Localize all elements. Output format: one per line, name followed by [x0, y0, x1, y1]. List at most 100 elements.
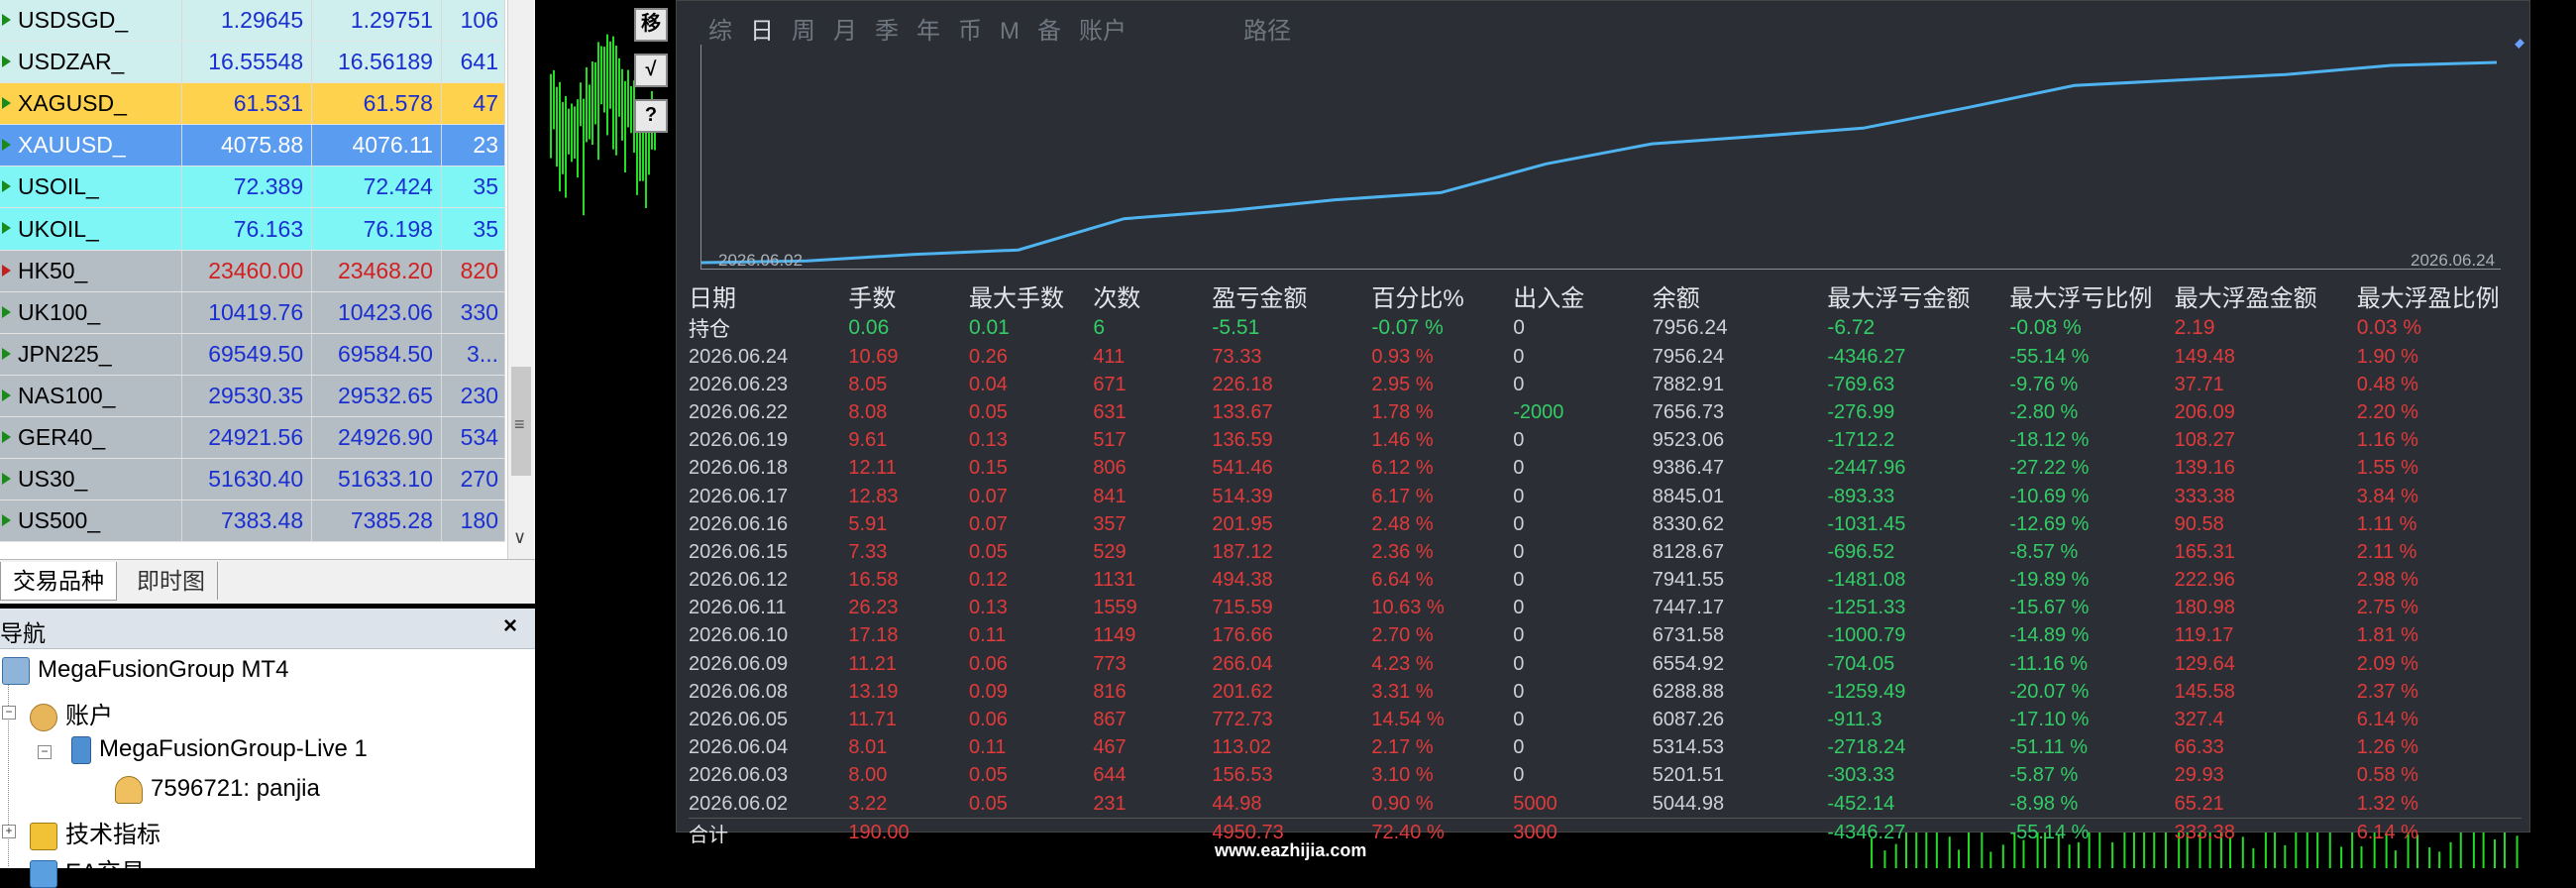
spread-value: 641: [441, 41, 506, 84]
move-button[interactable]: 移: [634, 8, 668, 42]
navigator-root[interactable]: MegaFusionGroup MT4: [2, 656, 288, 685]
stats-cell: 6.64 %: [1371, 569, 1434, 592]
market-watch-row[interactable]: US30_ 51630.40 51633.10 270: [0, 458, 506, 501]
period-tab[interactable]: 周: [792, 18, 815, 45]
bid-price: 72.389: [181, 166, 313, 209]
stats-cell: 0.05: [968, 540, 1008, 563]
navigator-accounts[interactable]: 账户: [30, 696, 113, 731]
period-tab[interactable]: 日: [750, 18, 774, 45]
market-watch-row[interactable]: HK50_ 23460.00 23468.20 820: [0, 250, 506, 292]
stats-cell: 494.38: [1212, 569, 1273, 592]
stats-cell: 7882.91: [1652, 373, 1725, 395]
symbol-name: XAUUSD_: [18, 132, 126, 159]
stats-cell: 201.95: [1212, 512, 1273, 535]
period-tab[interactable]: 年: [916, 18, 940, 45]
stats-cell: 最大浮亏比例: [2009, 285, 2153, 312]
market-watch-row[interactable]: JPN225_ 69549.50 69584.50 3...: [0, 333, 506, 376]
ea-icon: [30, 859, 57, 888]
stats-cell: 9.61: [848, 429, 888, 452]
stats-cell: 6.14 %: [2356, 709, 2418, 731]
collapse-icon[interactable]: −: [2, 706, 16, 720]
stats-cell: 0: [1513, 652, 1525, 675]
daily-stats-table: 日期 手数 最大手数 次数 盈亏金额 百分比% 出入金 余额 最大浮亏金额 最大浮亏比例 最大浮盈金…: [689, 278, 2522, 848]
close-icon[interactable]: ×: [503, 612, 517, 640]
market-watch-row[interactable]: USDSGD_ 1.29645 1.29751 106: [0, 0, 506, 43]
market-watch-row[interactable]: UK100_ 10419.76 10423.06 330: [0, 291, 506, 334]
price-up-arrow-icon: [2, 305, 11, 318]
tab-symbols[interactable]: 交易品种: [0, 562, 117, 601]
ask-price: 4076.11: [311, 124, 442, 167]
stats-cell: -2.80 %: [2009, 400, 2079, 423]
period-tab[interactable]: 账户: [1079, 18, 1127, 45]
symbol-cell: XAUUSD_: [0, 124, 183, 167]
period-tab[interactable]: 综: [708, 18, 732, 45]
path-tab[interactable]: 路径: [1243, 18, 1291, 45]
navigator-ea[interactable]: EA交易: [30, 852, 145, 888]
market-watch-row[interactable]: NAS100_ 29530.35 29532.65 230: [0, 375, 506, 417]
navigator-indicators[interactable]: 技术指标: [30, 815, 161, 850]
equity-line: [701, 60, 2498, 265]
bid-price: 76.163: [181, 207, 313, 251]
stats-cell: 0.12: [968, 569, 1008, 592]
stats-cell: [1093, 818, 1213, 848]
scrollbar-grip-icon: ≡: [514, 414, 525, 434]
stats-cell: -2000: [1513, 400, 1564, 423]
stats-cell: 次数: [1093, 285, 1141, 312]
bid-price: 10419.76: [181, 291, 313, 334]
stats-cell: 0.13: [968, 429, 1008, 452]
tab-tick-chart[interactable]: 即时图: [125, 562, 218, 600]
spread-value: 180: [441, 500, 506, 543]
stats-cell: -4346.27: [1827, 345, 1906, 368]
stats-cell: 4.23 %: [1371, 652, 1434, 675]
stats-row: 2026.06.15 7.33 0.05 529 187.12 2.36 % 0 8128.6…: [689, 538, 2522, 566]
stats-cell: 6554.92: [1652, 652, 1725, 675]
stats-cell: 231: [1093, 792, 1127, 815]
stats-cell: 2026.06.18: [689, 457, 789, 480]
stats-cell: 0: [1513, 429, 1525, 452]
check-button[interactable]: √: [634, 54, 668, 87]
stats-cell: -18.12 %: [2009, 429, 2090, 452]
period-tab[interactable]: 币: [958, 18, 982, 45]
stats-cell: 0: [1513, 680, 1525, 703]
expand-icon[interactable]: +: [2, 825, 16, 838]
stats-cell: -0.08 %: [2009, 316, 2082, 339]
stats-cell: 3.22: [848, 792, 888, 815]
market-watch-row[interactable]: USOIL_ 72.389 72.424 35: [0, 166, 506, 209]
price-up-arrow-icon: [2, 514, 11, 527]
stats-cell: -17.10 %: [2009, 709, 2090, 731]
market-watch-row[interactable]: US500_ 7383.48 7385.28 180: [0, 500, 506, 543]
symbol-name: NAS100_: [18, 382, 116, 408]
bid-price: 23460.00: [181, 250, 313, 292]
market-watch-row[interactable]: XAUUSD_ 4075.88 4076.11 23: [0, 124, 506, 167]
stats-cell: 10.63 %: [1371, 597, 1445, 619]
collapse-icon[interactable]: −: [38, 745, 52, 759]
market-watch-row[interactable]: XAGUSD_ 61.531 61.578 47: [0, 82, 506, 126]
period-tab[interactable]: 月: [833, 18, 857, 45]
navigator-account[interactable]: 7596721: panjia: [115, 775, 320, 804]
period-tab[interactable]: 备: [1037, 18, 1061, 45]
stats-row: 2026.06.04 8.01 0.11 467 113.02 2.17 % 0 5314.5…: [689, 734, 2522, 762]
period-tab[interactable]: M: [1000, 18, 1020, 45]
stats-cell: 517: [1093, 429, 1127, 452]
equity-start-date: 2026.06.02: [718, 251, 804, 270]
stats-cell: 3000: [1513, 818, 1653, 848]
scroll-down-arrow-icon[interactable]: ∨: [513, 527, 526, 548]
market-watch-scrollbar[interactable]: ≡ ∨: [507, 0, 534, 559]
period-tab[interactable]: 季: [875, 18, 899, 45]
ea-label: EA交易: [65, 859, 146, 886]
navigator-server[interactable]: MegaFusionGroup-Live 1: [71, 735, 368, 764]
stats-cell: 73.33: [1212, 345, 1262, 368]
ask-price: 69584.50: [311, 333, 442, 376]
stats-cell: 357: [1093, 512, 1127, 535]
stats-cell: 8.00: [848, 764, 888, 787]
stats-cell: 0.06: [968, 652, 1008, 675]
price-up-arrow-icon: [2, 473, 11, 486]
stats-cell: 145.58: [2174, 680, 2235, 703]
help-button[interactable]: ?: [634, 99, 668, 133]
market-watch-row[interactable]: USDZAR_ 16.55548 16.56189 641: [0, 41, 506, 84]
market-watch-row[interactable]: UKOIL_ 76.163 76.198 35: [0, 207, 506, 251]
symbol-name: USDZAR_: [18, 49, 125, 75]
stats-cell: 2.95 %: [1371, 373, 1434, 395]
stats-cell: 8.05: [848, 373, 888, 395]
market-watch-row[interactable]: GER40_ 24921.56 24926.90 534: [0, 416, 506, 460]
